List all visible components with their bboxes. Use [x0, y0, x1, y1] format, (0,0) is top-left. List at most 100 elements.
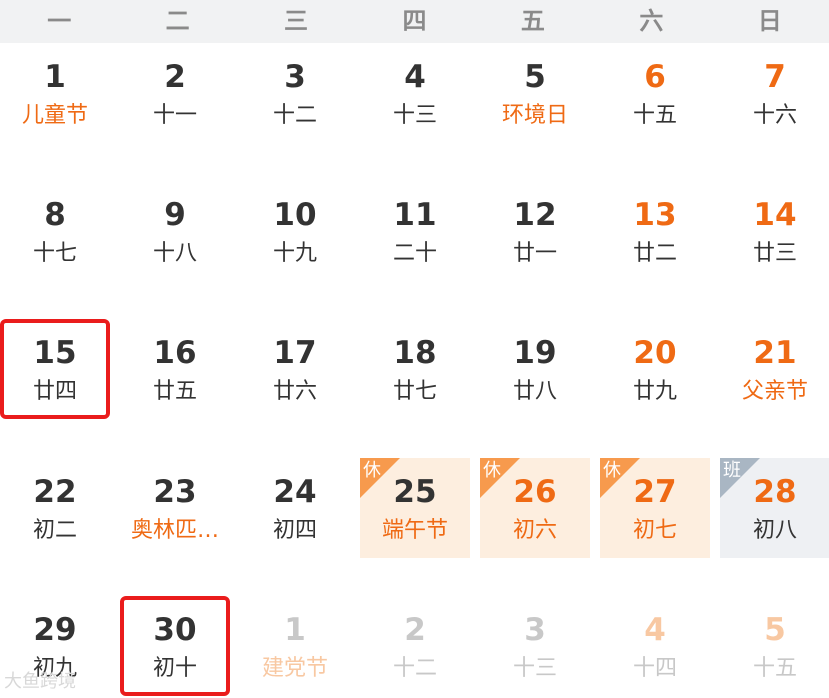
day-number: 14 [753, 197, 797, 233]
day-subtitle: 环境日 [501, 103, 568, 128]
day-subtitle: 廿二 [632, 241, 677, 266]
day-cell[interactable]: 11 二十 [360, 181, 470, 281]
day-cell[interactable]: 23 奥林匹… [120, 458, 230, 558]
day-cell[interactable]: 14 廿三 [720, 181, 829, 281]
day-subtitle: 十六 [752, 103, 797, 128]
day-subtitle: 廿四 [32, 379, 77, 404]
day-number: 1 [44, 59, 66, 95]
day-cell[interactable]: 20 廿九 [600, 319, 710, 419]
day-number: 11 [393, 197, 437, 233]
day-cell[interactable]: 5 环境日 [480, 43, 590, 143]
day-cell[interactable]: 13 廿二 [600, 181, 710, 281]
day-cell[interactable]: 2 十二 [360, 596, 470, 696]
day-number: 25 [393, 474, 437, 510]
day-subtitle: 廿一 [512, 241, 557, 266]
day-number: 18 [393, 335, 437, 371]
day-number: 5 [524, 59, 546, 95]
day-number: 12 [513, 197, 557, 233]
day-number: 29 [33, 612, 77, 648]
day-number: 21 [753, 335, 797, 371]
day-cell[interactable]: 10 十九 [240, 181, 350, 281]
day-subtitle: 十四 [632, 656, 677, 681]
watermark: 大鱼跨境 [4, 671, 76, 692]
day-subtitle: 端午节 [381, 518, 448, 543]
day-cell[interactable]: 休 25 端午节 [360, 458, 470, 558]
day-subtitle: 初四 [272, 518, 317, 543]
weekday-fri: 五 [520, 7, 545, 35]
day-subtitle: 十八 [152, 241, 197, 266]
day-cell[interactable]: 班 28 初八 [720, 458, 829, 558]
day-number: 19 [513, 335, 557, 371]
day-cell[interactable]: 8 十七 [0, 181, 110, 281]
day-cell[interactable]: 1 儿童节 [0, 43, 110, 143]
day-number: 6 [644, 59, 666, 95]
day-subtitle: 初六 [512, 518, 557, 543]
day-cell[interactable]: 2 十一 [120, 43, 230, 143]
weekday-header: 一 二 三 四 五 六 日 [0, 0, 829, 43]
day-cell[interactable]: 17 廿六 [240, 319, 350, 419]
day-cell[interactable]: 1 建党节 [240, 596, 350, 696]
day-subtitle: 廿六 [272, 379, 317, 404]
day-cell[interactable]: 18 廿七 [360, 319, 470, 419]
day-subtitle: 初七 [632, 518, 677, 543]
day-number: 22 [33, 474, 77, 510]
day-subtitle: 十五 [632, 103, 677, 128]
day-cell[interactable]: 3 十三 [480, 596, 590, 696]
weekday-wed: 三 [284, 7, 309, 35]
day-cell[interactable]: 4 十三 [360, 43, 470, 143]
day-cell[interactable]: 休 27 初七 [600, 458, 710, 558]
day-number: 10 [273, 197, 317, 233]
day-cell[interactable]: 7 十六 [720, 43, 829, 143]
weekday-mon: 一 [47, 7, 72, 35]
day-cell[interactable]: 9 十八 [120, 181, 230, 281]
day-number: 23 [153, 474, 197, 510]
day-number: 16 [153, 335, 197, 371]
day-subtitle: 初八 [752, 518, 797, 543]
day-number: 30 [153, 612, 197, 648]
day-subtitle: 十三 [392, 103, 437, 128]
day-cell[interactable]: 12 廿一 [480, 181, 590, 281]
day-subtitle: 十二 [272, 103, 317, 128]
day-cell[interactable]: 24 初四 [240, 458, 350, 558]
day-subtitle: 十五 [752, 656, 797, 681]
day-subtitle: 奥林匹… [130, 518, 219, 543]
day-subtitle: 初二 [32, 518, 77, 543]
day-subtitle: 十七 [32, 241, 77, 266]
day-cell[interactable]: 21 父亲节 [720, 319, 829, 419]
day-number: 27 [633, 474, 677, 510]
day-subtitle: 十一 [152, 103, 197, 128]
day-number: 2 [164, 59, 186, 95]
day-cell[interactable]: 15 廿四 [0, 319, 110, 419]
day-number: 3 [284, 59, 306, 95]
day-cell[interactable]: 19 廿八 [480, 319, 590, 419]
weekday-sat: 六 [639, 7, 664, 35]
day-number: 2 [404, 612, 426, 648]
day-number: 4 [644, 612, 666, 648]
day-cell[interactable]: 休 26 初六 [480, 458, 590, 558]
day-cell[interactable]: 30 初十 [120, 596, 230, 696]
day-number: 9 [164, 197, 186, 233]
day-cell[interactable]: 4 十四 [600, 596, 710, 696]
day-subtitle: 廿七 [392, 379, 437, 404]
day-number: 5 [764, 612, 786, 648]
day-number: 3 [524, 612, 546, 648]
day-number: 4 [404, 59, 426, 95]
day-subtitle: 十三 [512, 656, 557, 681]
day-cell[interactable]: 3 十二 [240, 43, 350, 143]
day-cell[interactable]: 6 十五 [600, 43, 710, 143]
day-subtitle: 廿八 [512, 379, 557, 404]
day-cell[interactable]: 16 廿五 [120, 319, 230, 419]
day-number: 20 [633, 335, 677, 371]
day-cell[interactable]: 22 初二 [0, 458, 110, 558]
weekday-sun: 日 [757, 7, 782, 35]
day-subtitle: 廿三 [752, 241, 797, 266]
day-number: 24 [273, 474, 317, 510]
day-subtitle: 建党节 [261, 656, 328, 681]
day-subtitle: 十九 [272, 241, 317, 266]
day-cell[interactable]: 5 十五 [720, 596, 829, 696]
day-number: 1 [284, 612, 306, 648]
weekday-thu: 四 [402, 7, 427, 35]
day-subtitle: 儿童节 [21, 103, 88, 128]
day-subtitle: 初十 [152, 656, 197, 681]
day-number: 28 [753, 474, 797, 510]
